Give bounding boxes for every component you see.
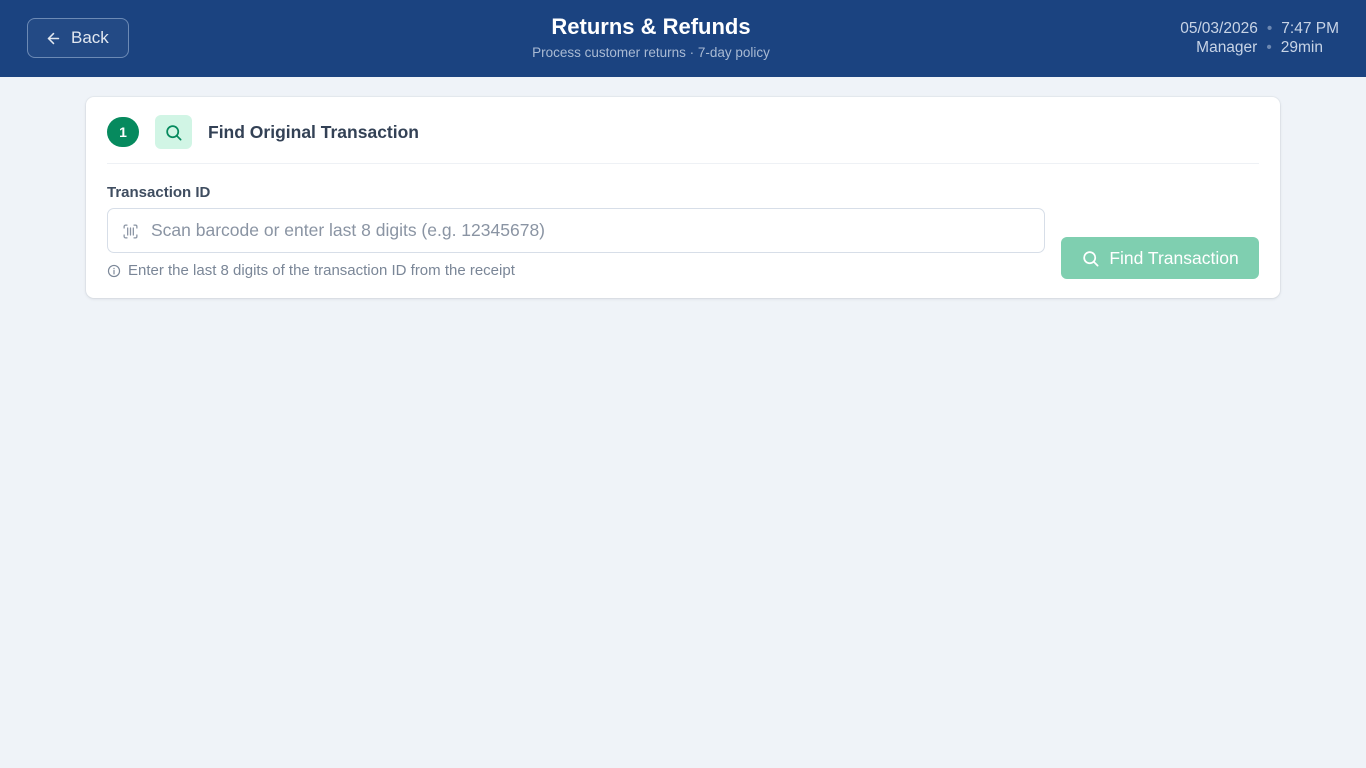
page-subtitle: Process customer returns · 7-day policy [532, 45, 770, 60]
find-transaction-card: 1 Find Original Transaction Transaction … [86, 97, 1280, 298]
search-icon [1083, 250, 1099, 266]
user-row: Manager • 29min [1139, 38, 1339, 57]
separator-dot: • [1266, 20, 1273, 37]
page-title: Returns & Refunds [551, 14, 751, 39]
info-icon [107, 264, 121, 277]
current-time: 7:47 PM [1281, 20, 1339, 37]
current-date: 05/03/2026 [1180, 20, 1258, 37]
hint-text: Enter the last 8 digits of the transacti… [128, 262, 515, 279]
divider [107, 163, 1259, 164]
barcode-scan-icon [123, 224, 138, 239]
back-button[interactable]: Back [27, 18, 129, 58]
step-number-badge: 1 [107, 117, 139, 147]
transaction-id-label: Transaction ID [107, 184, 211, 201]
header-title-group: Returns & Refunds Process customer retur… [383, 13, 919, 61]
transaction-id-input[interactable] [151, 209, 1031, 252]
top-bar: Back Returns & Refunds Process customer … [0, 0, 1366, 77]
user-role: Manager [1196, 39, 1258, 56]
datetime-row: 05/03/2026 • 7:47 PM [1139, 19, 1339, 38]
session-duration: 29min [1280, 39, 1323, 56]
arrow-left-icon [47, 32, 60, 44]
session-info: 05/03/2026 • 7:47 PM Manager • 29min [1139, 19, 1339, 57]
step-icon-box [155, 115, 192, 149]
separator-dot: • [1266, 39, 1272, 56]
find-transaction-button[interactable]: Find Transaction [1061, 237, 1259, 279]
step-title: Find Original Transaction [208, 122, 419, 142]
back-button-label: Back [71, 28, 109, 47]
transaction-id-field [107, 208, 1045, 253]
search-icon [166, 124, 182, 140]
transaction-id-hint: Enter the last 8 digits of the transacti… [107, 262, 515, 279]
find-transaction-button-label: Find Transaction [1109, 247, 1239, 268]
